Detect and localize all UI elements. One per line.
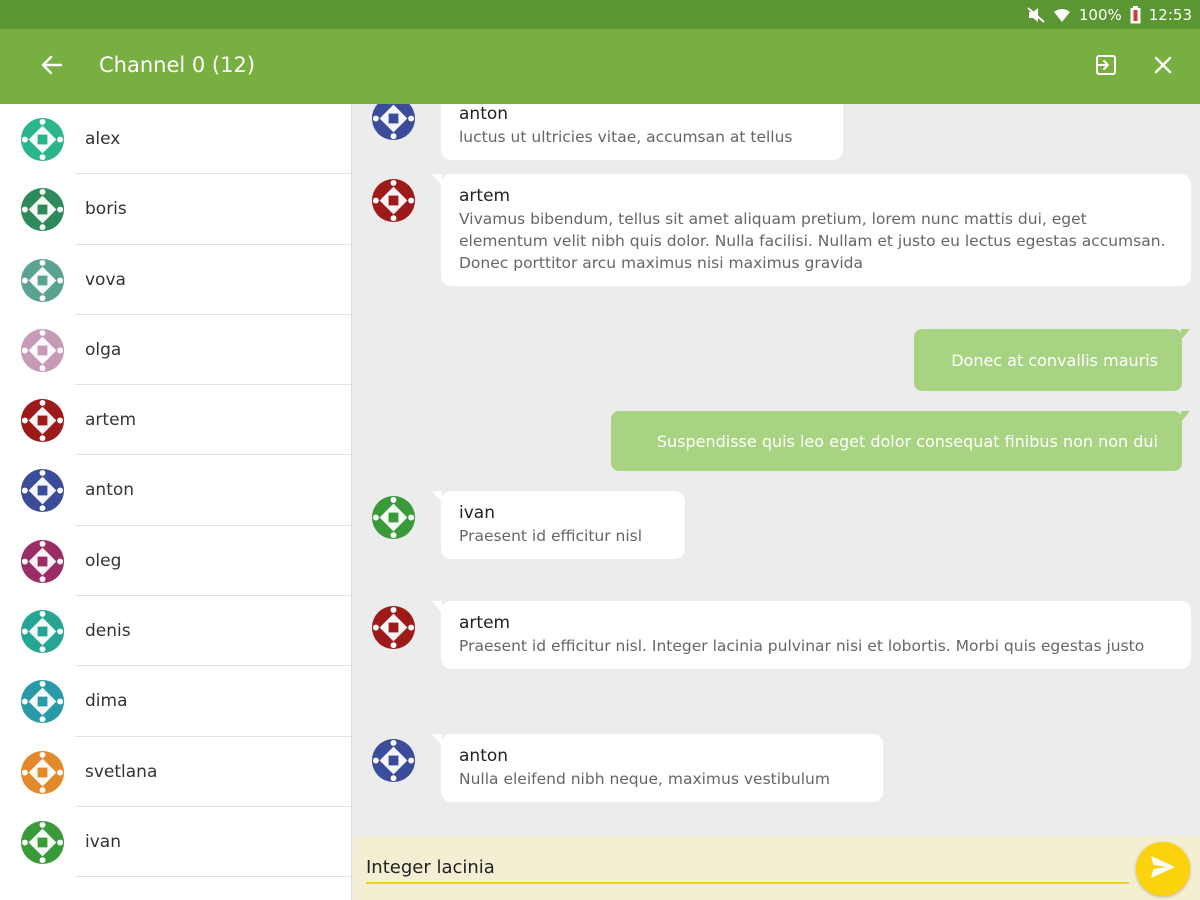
user-list-item[interactable]: alex: [0, 104, 351, 175]
own-message-bubble[interactable]: Suspendisse quis leo eget dolor consequa…: [611, 411, 1190, 471]
clock: 12:53: [1148, 5, 1192, 24]
leave-channel-button[interactable]: [1086, 47, 1126, 87]
message-composer: [353, 836, 1200, 900]
battery-icon: [1130, 5, 1141, 24]
avatar: [370, 104, 417, 142]
send-button[interactable]: [1136, 842, 1190, 896]
avatar: [19, 749, 66, 796]
message-text: Suspendisse quis leo eget dolor consequa…: [656, 431, 1158, 451]
user-list: alex boris vova olga artem anton oleg denis dima…: [0, 104, 352, 900]
status-bar: 100% 12:53: [0, 0, 1200, 29]
avatar: [19, 608, 66, 655]
user-list-item[interactable]: vova: [0, 245, 351, 315]
avatar: [19, 257, 66, 304]
user-list-item[interactable]: ivan: [0, 807, 351, 878]
avatar: [19, 327, 66, 374]
user-list-item[interactable]: olga: [0, 315, 351, 386]
user-list-item[interactable]: denis: [0, 596, 351, 667]
user-list-item[interactable]: oleg: [0, 526, 351, 597]
user-name: boris: [85, 199, 127, 220]
user-list-item[interactable]: boris: [0, 174, 351, 245]
message-author: ivan: [459, 503, 495, 523]
message-text: Praesent id efficitur nisl: [459, 527, 643, 545]
avatar: [19, 538, 66, 585]
user-name: vova: [85, 269, 126, 290]
divider: [75, 876, 351, 878]
avatar: [19, 678, 66, 725]
avatar: [19, 116, 66, 163]
user-name: dima: [85, 691, 128, 712]
wifi-icon: [1053, 7, 1071, 23]
avatar: [19, 819, 66, 866]
user-name: ivan: [85, 831, 121, 852]
user-name: svetlana: [85, 761, 158, 782]
message-input[interactable]: [366, 852, 1129, 884]
message-bubble[interactable]: artem Praesent id efficitur nisl. Integer…: [432, 601, 1191, 669]
avatar: [370, 737, 417, 784]
message-bubble[interactable]: anton luctus ut ultricies vitae, accumsan…: [441, 104, 843, 160]
message-text: Praesent id efficitur nisl. Integer laci…: [459, 637, 1145, 655]
close-button[interactable]: [1143, 47, 1183, 87]
message-text: Donec at convallis mauris: [951, 350, 1158, 370]
user-name: alex: [85, 129, 121, 149]
own-message-bubble[interactable]: Donec at convallis mauris: [914, 329, 1190, 391]
avatar: [370, 494, 417, 541]
channel-title: Channel 0 (12): [99, 53, 256, 77]
message-author: artem: [459, 613, 511, 633]
user-list-item[interactable]: anton: [0, 455, 351, 526]
message-author: anton: [459, 104, 509, 124]
avatar: [370, 177, 417, 224]
app-bar: Channel 0 (12): [0, 29, 1200, 104]
message-bubble[interactable]: ivan Praesent id efficitur nisl: [432, 491, 685, 559]
send-icon: [1150, 855, 1176, 883]
user-name: olga: [85, 339, 122, 360]
message-bubble[interactable]: anton Nulla eleifend nibh neque, maximus …: [432, 734, 883, 802]
battery-percent: 100%: [1078, 5, 1122, 24]
avatar: [19, 186, 66, 233]
exit-icon: [1094, 53, 1118, 81]
message-text: Vivamus bibendum, tellus sit amet aliqua…: [459, 210, 1166, 272]
close-icon: [1153, 55, 1173, 79]
message-text: luctus ut ultricies vitae, accumsan at t…: [459, 128, 793, 146]
mute-icon: [1027, 6, 1045, 23]
back-button[interactable]: [32, 47, 72, 87]
message-list: anton luctus ut ultricies vitae, accumsan…: [353, 104, 1200, 836]
user-name: denis: [85, 621, 131, 642]
arrow-left-icon: [41, 55, 63, 79]
message-bubble[interactable]: artem Vivamus bibendum, tellus sit amet a…: [432, 174, 1191, 286]
avatar: [19, 397, 66, 444]
user-list-item[interactable]: artem: [0, 385, 351, 456]
user-name: oleg: [85, 550, 122, 571]
status-icons: 100% 12:53: [1027, 0, 1192, 29]
avatar: [19, 467, 66, 514]
user-list-item[interactable]: dima: [0, 666, 351, 737]
message-text: Nulla eleifend nibh neque, maximus vesti…: [459, 770, 830, 788]
user-list-item[interactable]: svetlana: [0, 737, 351, 807]
avatar: [370, 604, 417, 651]
user-name: anton: [85, 480, 135, 501]
user-name: artem: [85, 410, 137, 431]
message-author: anton: [459, 746, 509, 766]
message-author: artem: [459, 186, 511, 206]
